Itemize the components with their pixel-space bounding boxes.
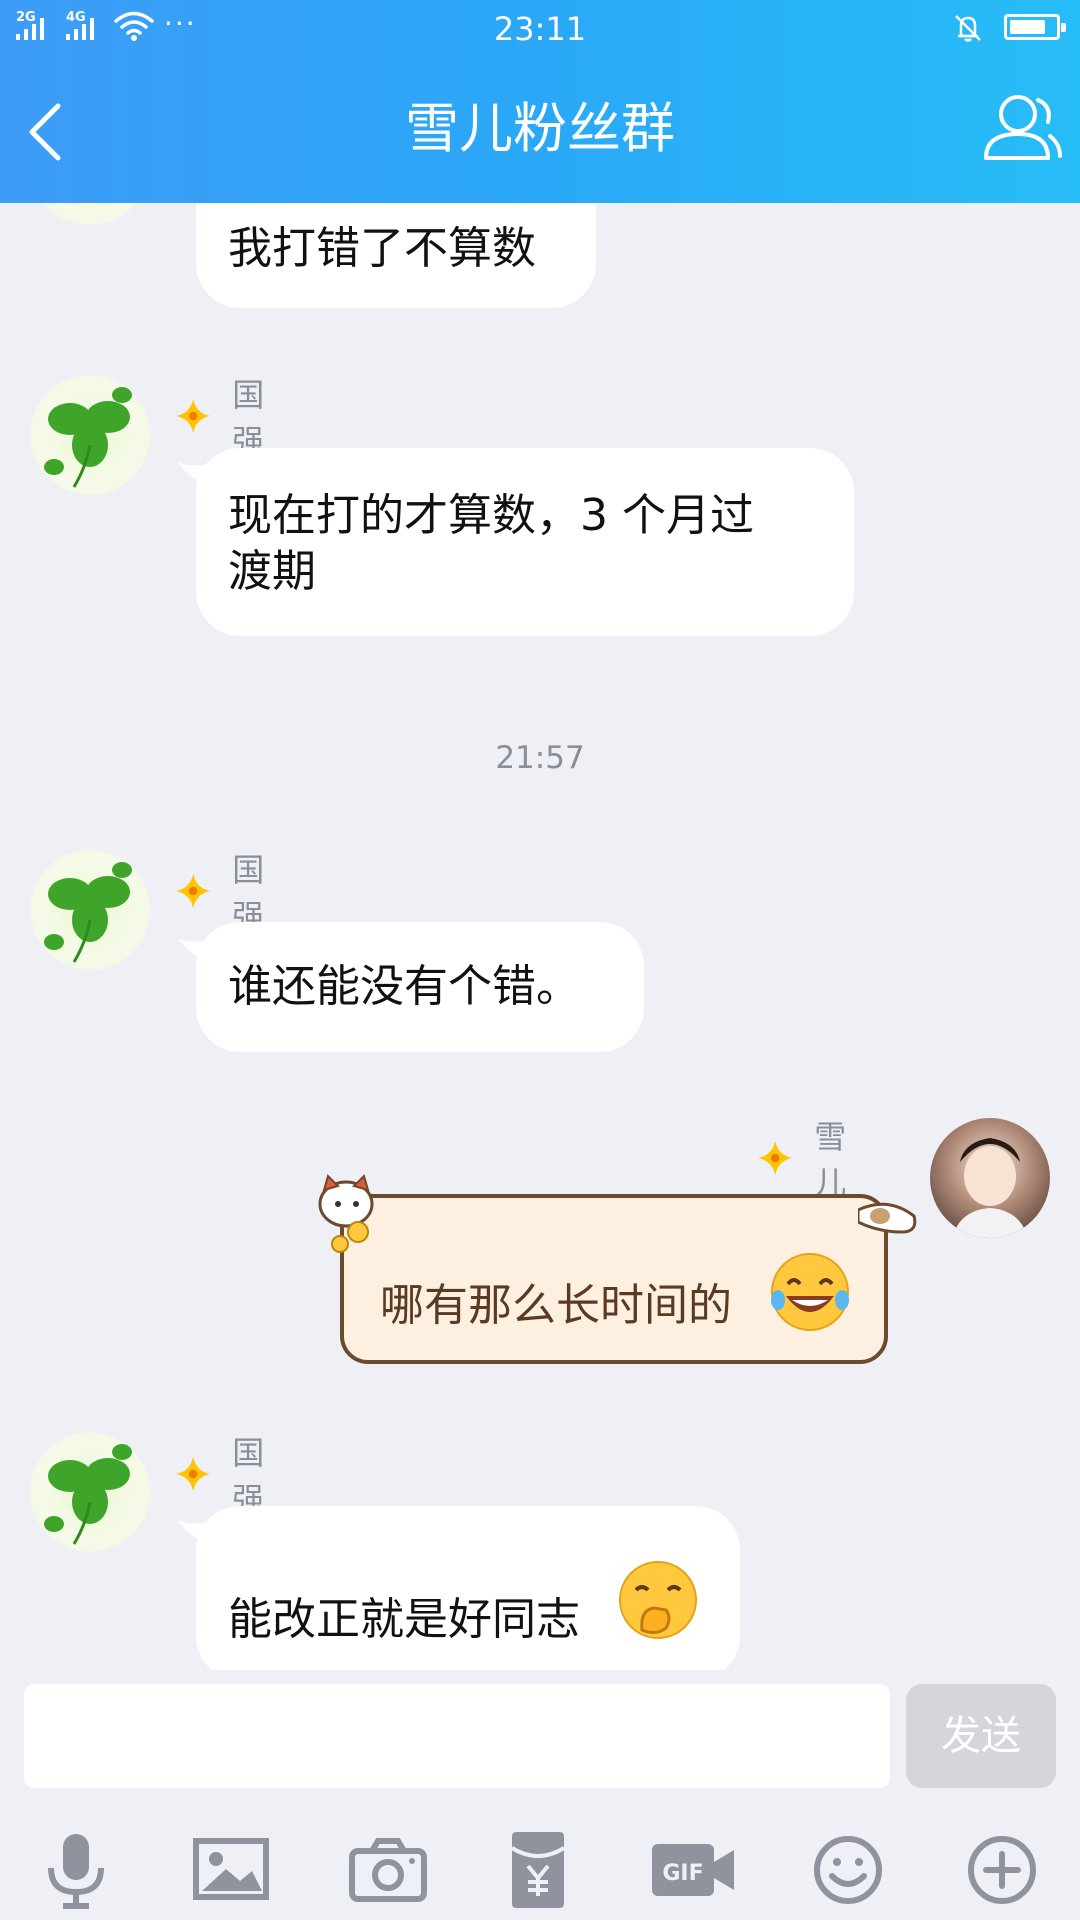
sender-name: 雪儿 <box>814 1118 847 1202</box>
cat-paw-corner-icon <box>858 1202 917 1234</box>
input-toolbar: GIF <box>0 1820 1080 1920</box>
camera-icon <box>349 1838 427 1902</box>
covering-mouth-emoji-icon <box>619 1561 697 1639</box>
group-members-icon[interactable] <box>972 88 1062 168</box>
plus-icon <box>968 1836 1036 1904</box>
avatar-self[interactable] <box>930 1118 1050 1238</box>
level-badge-icon <box>758 1140 793 1176</box>
chat-header: 2G 4G ··· 23:11 雪儿粉丝群 <box>0 0 1080 203</box>
clover-avatar-icon <box>44 387 132 488</box>
avatar[interactable] <box>30 375 150 495</box>
battery-icon <box>1004 14 1066 40</box>
gif-button[interactable]: GIF <box>650 1830 736 1910</box>
message-text: 哪有那么长时间的 <box>380 1280 732 1331</box>
message-bubble[interactable]: 现在打的才算数，3 个月过 渡期 <box>196 448 854 636</box>
mute-bell-icon <box>955 15 981 42</box>
message-bubble[interactable]: 谁还能没有个错。 <box>196 922 644 1052</box>
send-button[interactable]: 发送 <box>906 1684 1056 1788</box>
more-button[interactable] <box>962 1830 1042 1910</box>
clover-avatar-icon <box>44 1444 132 1545</box>
message-bubble[interactable]: 能改正就是好同志 <box>196 1506 740 1680</box>
emoji-button[interactable] <box>808 1830 888 1910</box>
input-bar: 发送 GIF <box>0 1670 1080 1920</box>
level-badge-icon <box>176 398 211 434</box>
message-text-line: 渡期 <box>228 546 316 597</box>
svg-text:GIF: GIF <box>662 1861 703 1886</box>
image-icon <box>193 1838 269 1900</box>
message-input[interactable] <box>24 1684 890 1788</box>
user-photo-icon <box>952 1138 1028 1238</box>
page-title: 雪儿粉丝群 <box>405 97 675 160</box>
sender-row: 雪儿 <box>758 1112 860 1204</box>
message-text: 能改正就是好同志 <box>228 1594 580 1645</box>
status-time: 23:11 <box>493 10 587 48</box>
avatar[interactable] <box>30 850 150 970</box>
laugh-tears-emoji-icon <box>771 1253 849 1331</box>
lucky-cat-sticker-icon <box>318 1174 374 1253</box>
image-button[interactable] <box>192 1830 272 1910</box>
status-bar: 2G 4G ··· 23:11 <box>0 0 1080 60</box>
camera-button[interactable] <box>348 1830 428 1910</box>
red-packet-icon <box>510 1832 566 1908</box>
emoji-icon <box>814 1836 882 1904</box>
microphone-icon <box>48 1834 104 1909</box>
timestamp: 21:57 <box>495 740 585 776</box>
avatar[interactable] <box>30 1432 150 1552</box>
gif-icon: GIF <box>652 1844 734 1896</box>
level-badge-icon <box>176 873 211 909</box>
message-text-line: 现在打的才算数，3 个月过 <box>228 490 754 541</box>
red-packet-button[interactable] <box>498 1830 578 1910</box>
message-bubble[interactable]: 哪有那么长时间的 <box>340 1194 888 1364</box>
level-badge-icon <box>176 1456 211 1492</box>
chat-screen: 2G 4G ··· 23:11 雪儿粉丝群 我打错了不算数 国强 现在打的才算数… <box>0 0 1080 1920</box>
voice-button[interactable] <box>36 1830 116 1910</box>
message-bubble[interactable]: 我打错了不算数 <box>196 190 596 308</box>
clover-avatar-icon <box>44 862 132 963</box>
